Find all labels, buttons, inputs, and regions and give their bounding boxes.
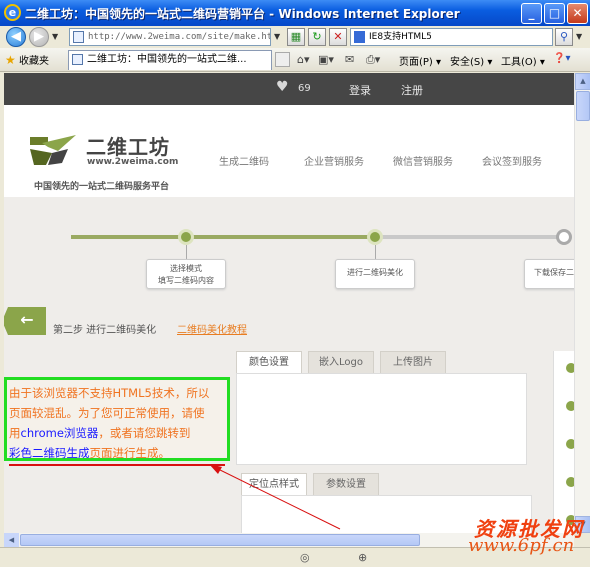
address-value: http://www.2weima.com/site/make.html [88,32,271,42]
tab-upload-image[interactable]: 上传图片 [380,351,446,373]
step-title: 第二步 进行二维码美化 [53,325,157,336]
browser-warning-annotation: 由于该浏览器不支持HTML5技术，所以 页面较混乱。为了您可正常使用，请使 用c… [4,377,230,466]
like-count: 69 [298,83,311,94]
color-settings-panel [236,373,527,465]
command-bar: ★ 收藏夹 二维工坊：中国领先的一站式二维... ⌂▾ ▣▾ ✉ ⎙▾ 页面(P… [0,48,590,72]
compat-view-icon[interactable]: ▦ [287,28,305,46]
step-2-line-1: 进行二维码美化 [347,268,403,277]
step-1-line-1: 选择模式 [170,264,202,273]
step-connector [375,245,376,260]
search-input[interactable]: IE8支持HTML5 [350,28,553,46]
progress-track-remaining [376,235,566,239]
register-link[interactable]: 注册 [401,82,423,98]
chrome-browser-link[interactable]: chrome浏览器 [21,426,99,440]
step-progress: 选择模式 填写二维码内容 进行二维码美化 下载保存二 [4,197,574,297]
tab-embed-logo[interactable]: 嵌入Logo [308,351,374,373]
history-dropdown-icon[interactable]: ▼ [52,32,58,41]
logo-name: 二维工坊 [86,135,170,159]
minimize-button[interactable]: _ [521,3,542,24]
tab-page-icon [72,54,83,65]
option-dot[interactable] [566,477,574,487]
close-button[interactable]: ✕ [567,3,588,24]
warning-line-2: 页面较混乱。为了您可正常使用，请使 [9,406,205,420]
site-header: 二维工坊 www.2weima.com 中国领先的一站式二维码服务平台 生成二维… [4,105,574,197]
step-node-3 [556,229,572,245]
color-qr-generator-link[interactable]: 彩色二维码生成 [9,446,90,460]
scroll-up-icon[interactable]: ▲ [575,73,590,90]
warning-text: 用 [9,426,21,440]
page-icon [73,31,84,43]
zoom-icon[interactable]: ⊕ [358,551,367,564]
forward-button[interactable]: ▶ [29,27,49,47]
address-dropdown-icon[interactable]: ▼ [274,32,280,41]
step-label-1: 选择模式 填写二维码内容 [146,259,226,289]
step-heading: ← 第二步 进行二维码美化 二维码美化教程 [4,307,574,341]
address-toolbar: ◀ ▶ ▼ http://www.2weima.com/site/make.ht… [0,26,590,48]
print-icon[interactable]: ⎙▾ [366,53,380,67]
window-titlebar: e 二维工坊：中国领先的一站式二维码营销平台 - Windows Interne… [0,0,590,26]
step-1-line-2: 填写二维码内容 [158,276,214,285]
step-label-3: 下载保存二 [524,259,574,289]
search-icon[interactable]: ⚲ [555,28,573,46]
refresh-icon[interactable]: ↻ [308,28,326,46]
search-dropdown-icon[interactable]: ▼ [576,32,582,41]
page-viewport: ♥ 69 登录 注册 二维工坊 www.2weima.com 中国领先的一站式二… [4,73,574,533]
tab-anchor-style[interactable]: 定位点样式 [241,473,307,495]
favorites-button[interactable]: ★ 收藏夹 [5,52,49,67]
vertical-scroll-thumb[interactable] [576,91,590,121]
tab-title: 二维工坊：中国领先的一站式二维... [87,54,247,65]
tools-menu[interactable]: 工具(O) ▾ [501,53,545,68]
new-tab-button[interactable] [275,52,290,67]
window-title: 二维工坊：中国领先的一站式二维码营销平台 - Windows Internet … [25,7,460,21]
star-icon: ★ [5,53,16,67]
login-link[interactable]: 登录 [349,82,371,98]
browser-tab[interactable]: 二维工坊：中国领先的一站式二维... [68,50,272,70]
stop-icon[interactable]: ✕ [329,28,347,46]
back-button[interactable]: ◀ [6,27,26,47]
back-arrow-button[interactable]: ← [4,307,46,335]
option-dot[interactable] [566,401,574,411]
nav-enterprise-marketing[interactable]: 企业营销服务 [304,153,364,168]
scroll-left-icon[interactable]: ◀ [4,533,19,547]
search-value: IE8支持HTML5 [369,32,432,42]
help-menu[interactable]: ❓▾ [553,53,570,64]
protected-mode-icon[interactable]: ◎ [300,551,310,564]
favorites-label: 收藏夹 [18,56,49,67]
step-node-1 [178,229,194,245]
step-3-line-1: 下载保存二 [534,268,574,277]
nav-generate-qr[interactable]: 生成二维码 [219,153,269,168]
logo-icon[interactable] [28,133,80,169]
home-icon[interactable]: ⌂▾ [297,53,310,66]
option-dot[interactable] [566,363,574,373]
horizontal-scroll-thumb[interactable] [20,534,420,546]
maximize-button[interactable]: □ [544,3,565,24]
ie-logo-icon: e [4,4,21,21]
page-menu[interactable]: 页面(P) ▾ [399,53,441,68]
mail-icon[interactable]: ✉ [345,53,354,66]
warning-text: 页面进行生成。 [89,446,171,460]
site-topbar: ♥ 69 登录 注册 [4,73,574,105]
address-input[interactable]: http://www.2weima.com/site/make.html [69,28,271,46]
safety-menu[interactable]: 安全(S) ▾ [450,53,492,68]
qr-tutorial-link[interactable]: 二维码美化教程 [177,321,247,336]
search-provider-icon [354,31,365,43]
site-watermark: 资源批发网 www.6pf.cn [388,505,588,565]
step-label-2: 进行二维码美化 [335,259,415,289]
warning-line-1: 由于该浏览器不支持HTML5技术，所以 [9,386,210,400]
feeds-icon[interactable]: ▣▾ [318,53,334,66]
option-dot[interactable] [566,439,574,449]
logo-slogan: 中国领先的一站式二维码服务平台 [34,182,170,192]
nav-wechat-marketing[interactable]: 微信营销服务 [393,153,453,168]
watermark-url: www.6pf.cn [468,535,575,556]
tab-color-settings[interactable]: 颜色设置 [236,351,302,373]
vertical-scrollbar[interactable]: ▲ ▼ [574,73,590,533]
logo-url: www.2weima.com [87,157,179,167]
tab-parameters[interactable]: 参数设置 [313,473,379,495]
heart-icon[interactable]: ♥ [276,79,289,95]
step-connector [186,245,187,260]
warning-text: ，或者请您跳转到 [98,426,191,440]
nav-conference-checkin[interactable]: 会议签到服务 [482,153,542,168]
step-node-2 [367,229,383,245]
